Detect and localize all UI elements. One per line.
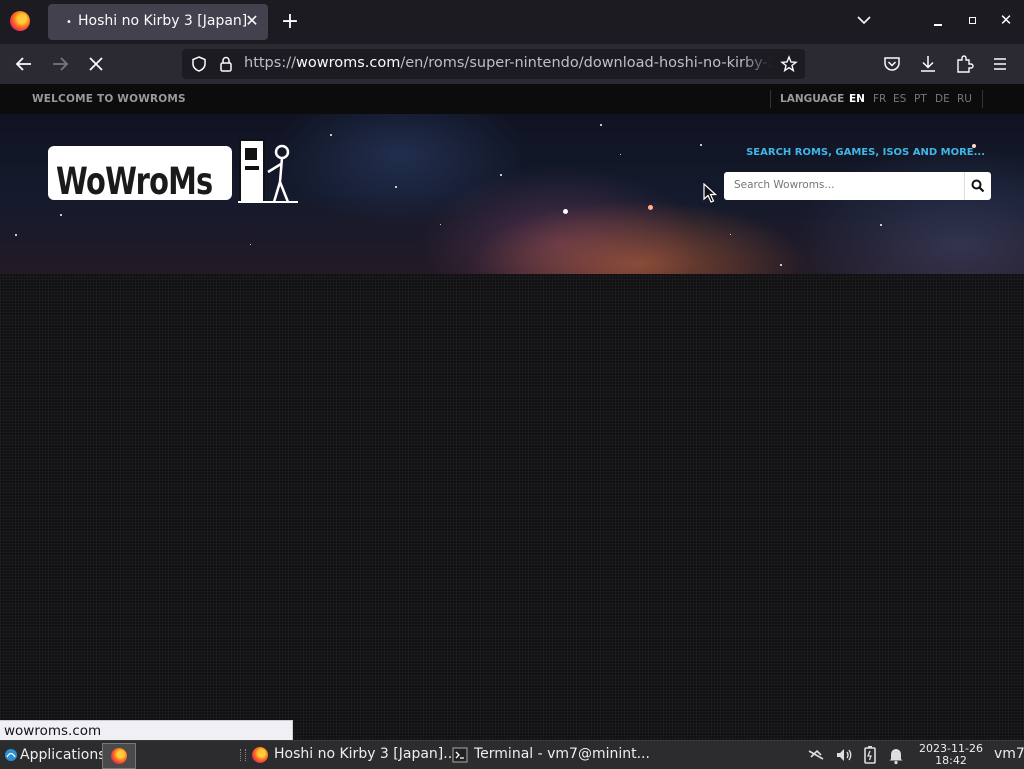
tab-title: Hoshi no Kirby 3 [Japan] [78, 13, 248, 29]
task-firefox-window[interactable]: Hoshi no Kirby 3 [Japan]... [250, 743, 457, 767]
stop-icon[interactable] [84, 52, 108, 76]
volume-icon[interactable] [834, 745, 854, 765]
link-status-bar: wowroms.com [0, 720, 293, 741]
notifications-bell-icon[interactable] [886, 745, 906, 765]
close-tab-icon[interactable]: ✕ [244, 12, 260, 30]
firefox-icon [252, 747, 268, 763]
search-button[interactable] [964, 172, 991, 200]
clock[interactable]: 2023-11-26 18:42 [918, 743, 984, 767]
clock-time: 18:42 [935, 754, 967, 767]
welcome-text: WELCOME TO WOWROMS [32, 93, 186, 105]
maximize-button[interactable] [964, 10, 980, 30]
language-fr[interactable]: FR [873, 93, 886, 105]
menu-icon[interactable] [990, 54, 1010, 74]
pocket-icon[interactable] [882, 54, 902, 74]
new-tab-button[interactable]: + [280, 10, 300, 34]
url-scheme: https:// [244, 55, 296, 71]
search-input[interactable] [734, 179, 954, 191]
language-es[interactable]: ES [893, 93, 906, 105]
language-de[interactable]: DE [935, 93, 950, 105]
url-fade [742, 49, 772, 79]
taskbar: Applications Hoshi no Kirby 3 [Japan]...… [0, 740, 1024, 769]
tab-bar: • Hoshi no Kirby 3 [Japan] ✕ + ✕ [0, 0, 1024, 44]
minimize-button[interactable] [930, 10, 946, 30]
network-icon[interactable] [806, 745, 826, 765]
extensions-icon[interactable] [954, 54, 974, 74]
task-label: Hoshi no Kirby 3 [Japan]... [274, 746, 457, 762]
applications-label: Applications [20, 747, 106, 763]
list-tabs-icon[interactable] [856, 12, 872, 30]
close-window-button[interactable]: ✕ [998, 10, 1014, 30]
firefox-icon[interactable] [10, 11, 30, 31]
language-pt[interactable]: PT [914, 93, 927, 105]
search-icon [971, 179, 985, 193]
language-en[interactable]: EN [849, 93, 865, 105]
battery-icon[interactable] [860, 745, 880, 765]
language-ru[interactable]: RU [957, 93, 972, 105]
web-page: WELCOME TO WOWROMS LANGUAGE EN FR ES PT … [0, 84, 1024, 740]
shield-icon[interactable] [190, 55, 208, 73]
status-link-text: wowroms.com [4, 723, 102, 739]
logo-box: WoWroMs [48, 146, 232, 203]
user-name[interactable]: vm7 [994, 746, 1024, 762]
language-label: LANGUAGE [780, 93, 845, 105]
site-top-strip: WELCOME TO WOWROMS LANGUAGE EN FR ES PT … [0, 84, 1024, 114]
tab-active[interactable]: • Hoshi no Kirby 3 [Japan] ✕ [48, 4, 268, 40]
divider [982, 90, 983, 108]
arcade-cabinet-icon [238, 139, 298, 203]
back-icon[interactable] [12, 52, 36, 76]
navigation-toolbar: https://wowroms.com/en/roms/super-ninten… [0, 44, 1024, 84]
search-box[interactable] [724, 172, 964, 200]
site-logo[interactable]: WoWroMs [48, 136, 298, 206]
forward-icon[interactable] [48, 52, 72, 76]
task-terminal-window[interactable]: Terminal - vm7@minint... [450, 743, 650, 767]
mouse-cursor-icon [703, 183, 717, 203]
url-bar[interactable]: https://wowroms.com/en/roms/super-ninten… [182, 49, 805, 79]
firefox-icon [111, 748, 127, 764]
applications-icon [5, 749, 17, 761]
lock-icon[interactable] [218, 55, 234, 73]
terminal-icon [452, 747, 468, 763]
logo-text: WoWroMs [56, 160, 213, 203]
download-icon[interactable] [918, 54, 938, 74]
taskbar-separator [240, 749, 246, 761]
search-hint: SEARCH ROMS, GAMES, ISOS AND MORE... [746, 147, 985, 158]
url-text[interactable]: https://wowroms.com/en/roms/super-ninten… [244, 55, 772, 71]
url-host: wowroms.com [295, 55, 401, 71]
divider [770, 90, 771, 108]
url-path: /en/roms/super-nintendo/download-hoshi-n… [400, 55, 772, 71]
taskbar-firefox-launcher[interactable] [102, 743, 136, 769]
star-icon[interactable] [780, 55, 798, 73]
task-label: Terminal - vm7@minint... [474, 746, 650, 762]
loading-dot: • [66, 17, 72, 28]
site-header-banner: WoWroMs SEARCH ROMS, GAMES, ISOS AND MOR… [0, 114, 1024, 274]
